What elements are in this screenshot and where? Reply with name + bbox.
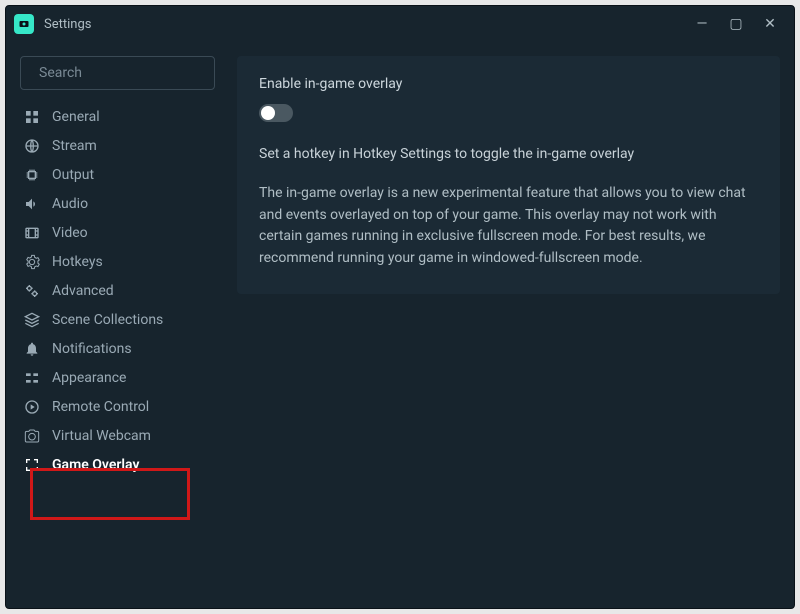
globe-icon (24, 138, 40, 154)
sidebar-item-label: Game Overlay (52, 457, 139, 473)
window-body: General Stream Output Audio Video (6, 42, 794, 608)
sidebar-item-label: Remote Control (52, 399, 149, 415)
window-controls: — ▢ ✕ (694, 16, 786, 32)
sidebar-item-label: Appearance (52, 370, 126, 386)
gear-icon (24, 254, 40, 270)
sidebar-item-label: Advanced (52, 283, 114, 299)
sidebar-item-audio[interactable]: Audio (20, 189, 215, 218)
sidebar-item-label: Notifications (52, 341, 132, 357)
layers-icon (24, 312, 40, 328)
overlay-description: The in-game overlay is a new experimenta… (259, 183, 758, 270)
window-title: Settings (44, 17, 694, 32)
sidebar-item-remote-control[interactable]: Remote Control (20, 392, 215, 421)
sidebar-item-virtual-webcam[interactable]: Virtual Webcam (20, 421, 215, 450)
grid-icon (24, 109, 40, 125)
sidebar-item-label: General (52, 109, 100, 125)
sidebar-item-game-overlay[interactable]: Game Overlay (20, 450, 215, 479)
sidebar-item-advanced[interactable]: Advanced (20, 276, 215, 305)
nav-list: General Stream Output Audio Video (20, 102, 215, 479)
minimize-button[interactable]: — (694, 16, 710, 32)
sidebar-item-notifications[interactable]: Notifications (20, 334, 215, 363)
sidebar-item-general[interactable]: General (20, 102, 215, 131)
overlay-panel: Enable in-game overlay Set a hotkey in H… (237, 56, 780, 294)
settings-window: Settings — ▢ ✕ General Stream (5, 5, 795, 609)
sidebar-item-hotkeys[interactable]: Hotkeys (20, 247, 215, 276)
bell-icon (24, 341, 40, 357)
sidebar-item-label: Hotkeys (52, 254, 103, 270)
sidebar-item-appearance[interactable]: Appearance (20, 363, 215, 392)
maximize-button[interactable]: ▢ (728, 16, 744, 32)
chip-icon (24, 167, 40, 183)
content-area: Enable in-game overlay Set a hotkey in H… (237, 56, 780, 594)
play-circle-icon (24, 399, 40, 415)
sidebar-item-label: Output (52, 167, 94, 183)
sidebar-item-output[interactable]: Output (20, 160, 215, 189)
enable-overlay-label: Enable in-game overlay (259, 76, 758, 92)
volume-icon (24, 196, 40, 212)
search-box[interactable] (20, 56, 215, 90)
gears-icon (24, 283, 40, 299)
sidebar-item-label: Audio (52, 196, 88, 212)
sidebar-item-label: Scene Collections (52, 312, 163, 328)
sidebar-item-label: Stream (52, 138, 97, 154)
search-input[interactable] (39, 65, 217, 81)
app-icon (14, 14, 34, 34)
sliders-icon (24, 370, 40, 386)
sidebar: General Stream Output Audio Video (20, 56, 215, 594)
sidebar-item-scene-collections[interactable]: Scene Collections (20, 305, 215, 334)
sidebar-item-video[interactable]: Video (20, 218, 215, 247)
fullscreen-icon (24, 457, 40, 473)
sidebar-item-stream[interactable]: Stream (20, 131, 215, 160)
close-button[interactable]: ✕ (762, 16, 778, 32)
film-icon (24, 225, 40, 241)
titlebar: Settings — ▢ ✕ (6, 6, 794, 42)
sidebar-item-label: Virtual Webcam (52, 428, 151, 444)
sidebar-item-label: Video (52, 225, 88, 241)
camera-icon (24, 428, 40, 444)
enable-overlay-toggle[interactable] (259, 104, 293, 122)
hotkey-hint: Set a hotkey in Hotkey Settings to toggl… (259, 144, 758, 165)
